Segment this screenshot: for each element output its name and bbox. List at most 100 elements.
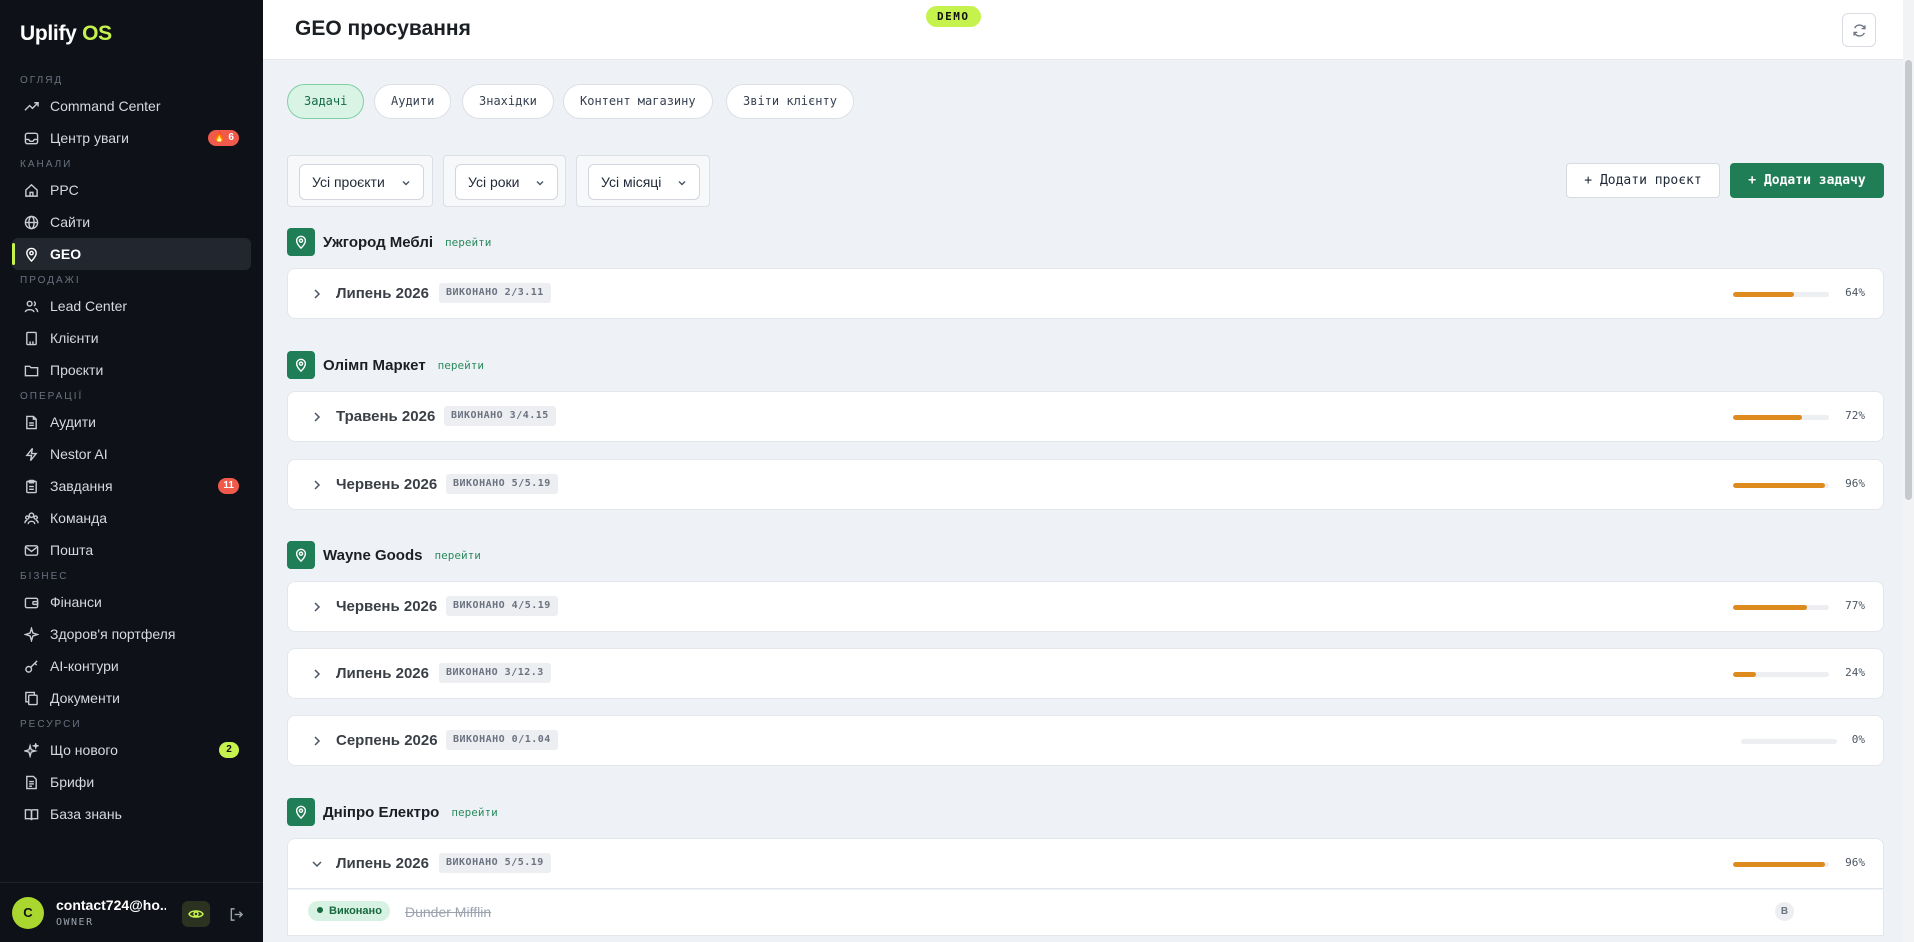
- project-link[interactable]: перейти: [451, 806, 497, 819]
- project-name: Дніпро Електро: [323, 803, 440, 821]
- scrollbar[interactable]: [1903, 0, 1914, 942]
- progress-fill: [1733, 415, 1803, 420]
- years-select[interactable]: Усі роки: [455, 164, 559, 200]
- sidebar-item-ppc[interactable]: PPC: [12, 174, 251, 206]
- sidebar-item-attention[interactable]: Центр уваги 🔥 6: [12, 122, 251, 154]
- sidebar-nav: ОГЛЯД Command Center Центр уваги 🔥 6 КАН…: [0, 70, 263, 830]
- eye-icon: [188, 910, 204, 918]
- sidebar-item-lead-center[interactable]: Lead Center: [12, 290, 251, 322]
- section-operations: ОПЕРАЦІЇ: [20, 391, 84, 402]
- tab-audits[interactable]: Аудити: [374, 84, 452, 119]
- month-row-expanded[interactable]: Липень 2026 ВИКОНАНО 5/5.19 96%: [287, 838, 1884, 889]
- sidebar-item-nestor-ai[interactable]: Nestor AI: [12, 438, 251, 470]
- project-link[interactable]: перейти: [438, 359, 484, 372]
- user-panel: C contact724@ho... OWNER: [0, 882, 263, 942]
- tasks-badge: 11: [218, 478, 239, 494]
- sidebar-item-knowledge-base[interactable]: База знань: [12, 798, 251, 830]
- month-row[interactable]: Липень 2026 ВИКОНАНО 2/3.11 64%: [287, 268, 1884, 319]
- tab-tasks[interactable]: Задачі: [287, 84, 365, 119]
- team-icon: [24, 511, 39, 524]
- sidebar-item-documents[interactable]: Документи: [12, 682, 251, 714]
- sidebar-item-finance[interactable]: Фінанси: [12, 586, 251, 618]
- month-row[interactable]: Серпень 2026 ВИКОНАНО 0/1.04 0%: [287, 715, 1884, 766]
- tab-client-reports[interactable]: Звіти клієнту: [726, 84, 854, 119]
- progress-fill: [1733, 672, 1757, 677]
- month-row[interactable]: Липень 2026 ВИКОНАНО 3/12.3 24%: [287, 648, 1884, 699]
- refresh-button[interactable]: [1842, 13, 1876, 47]
- demo-badge: DEMO: [926, 6, 981, 27]
- month-row[interactable]: Травень 2026 ВИКОНАНО 3/4.15 72%: [287, 391, 1884, 442]
- avatar[interactable]: C: [12, 897, 44, 929]
- progress-fill: [1733, 483, 1826, 488]
- sidebar-item-portfolio-health[interactable]: Здоров'я портфеля: [12, 618, 251, 650]
- sidebar: Uplify OS ОГЛЯД Command Center Центр ува…: [0, 0, 263, 942]
- sidebar-item-tasks[interactable]: Завдання 11: [12, 470, 251, 502]
- project-group-header: Ужгород Меблі перейти: [287, 228, 491, 256]
- progress-bar: [1733, 672, 1829, 677]
- add-project-button[interactable]: + Додати проєкт: [1566, 163, 1720, 198]
- done-counter: ВИКОНАНО 5/5.19: [439, 853, 551, 873]
- logout-icon: [230, 907, 243, 921]
- progress-percent: 0%: [1851, 733, 1865, 746]
- wallet-icon: [24, 597, 39, 608]
- clipboard-icon: [26, 479, 37, 493]
- scrollbar-thumb[interactable]: [1905, 60, 1912, 500]
- month-row[interactable]: Червень 2026 ВИКОНАНО 4/5.19 77%: [287, 581, 1884, 632]
- tab-store-content[interactable]: Контент магазину: [563, 84, 713, 119]
- copy-icon: [25, 691, 38, 705]
- filter-years-box: Усі роки: [443, 155, 566, 207]
- month-label: Липень 2026: [336, 285, 429, 302]
- sidebar-item-team[interactable]: Команда: [12, 502, 251, 534]
- app-logo[interactable]: Uplify OS: [20, 22, 112, 46]
- progress-percent: 64%: [1845, 286, 1865, 299]
- progress-fill: [1733, 862, 1826, 867]
- add-task-button[interactable]: + Додати задачу: [1730, 163, 1884, 198]
- done-counter: ВИКОНАНО 5/5.19: [446, 474, 558, 494]
- sidebar-item-geo[interactable]: GEO: [12, 238, 251, 270]
- sidebar-item-audits[interactable]: Аудити: [12, 406, 251, 438]
- sparkles-icon: [24, 742, 39, 758]
- month-row[interactable]: Червень 2026 ВИКОНАНО 5/5.19 96%: [287, 459, 1884, 510]
- plus-icon: +: [1748, 173, 1757, 188]
- filter-months-box: Усі місяці: [576, 155, 710, 207]
- month-label: Липень 2026: [336, 665, 429, 682]
- file-text-icon: [26, 775, 37, 789]
- page-title: GEO просування: [295, 17, 471, 40]
- progress-bar: [1733, 483, 1829, 488]
- progress-bar: [1733, 605, 1829, 610]
- done-counter: ВИКОНАНО 2/3.11: [439, 283, 551, 303]
- chevron-right-icon: [314, 412, 321, 422]
- task-row[interactable]: Виконано Dunder Mifflin B: [287, 890, 1884, 936]
- chevron-down-icon: [536, 181, 544, 186]
- sidebar-item-briefs[interactable]: Брифи: [12, 766, 251, 798]
- logout-button[interactable]: [226, 904, 246, 924]
- sidebar-item-clients[interactable]: Клієнти: [12, 322, 251, 354]
- sidebar-item-command-center[interactable]: Command Center: [12, 90, 251, 122]
- tab-findings[interactable]: Знахідки: [462, 84, 554, 119]
- status-badge: Виконано: [308, 901, 390, 921]
- user-email: contact724@ho...: [56, 897, 166, 913]
- sidebar-item-projects[interactable]: Проєкти: [12, 354, 251, 386]
- map-pin-icon: [287, 351, 315, 379]
- projects-select[interactable]: Усі проєкти: [299, 164, 424, 200]
- sidebar-item-sites[interactable]: Сайти: [12, 206, 251, 238]
- sidebar-item-mail[interactable]: Пошта: [12, 534, 251, 566]
- project-link[interactable]: перейти: [445, 236, 491, 249]
- progress-percent: 96%: [1845, 477, 1865, 490]
- view-mode-button[interactable]: [182, 901, 210, 927]
- project-link[interactable]: перейти: [434, 549, 480, 562]
- inbox-icon: [24, 132, 39, 144]
- plus-icon: +: [1584, 173, 1593, 188]
- sidebar-item-whats-new[interactable]: Що нового 2: [12, 734, 251, 766]
- project-name: Wayne Goods: [323, 546, 423, 564]
- sidebar-item-ai-circuits[interactable]: AI-контури: [12, 650, 251, 682]
- progress-bar: [1733, 292, 1829, 297]
- section-overview: ОГЛЯД: [20, 75, 64, 86]
- section-sales: ПРОДАЖІ: [20, 275, 81, 286]
- months-select[interactable]: Усі місяці: [588, 164, 701, 200]
- trending-up-icon: [24, 101, 39, 111]
- progress-bar: [1733, 862, 1829, 867]
- assignee-avatar: B: [1775, 902, 1794, 921]
- progress-bar: [1733, 415, 1829, 420]
- chevron-down-icon: [402, 181, 410, 186]
